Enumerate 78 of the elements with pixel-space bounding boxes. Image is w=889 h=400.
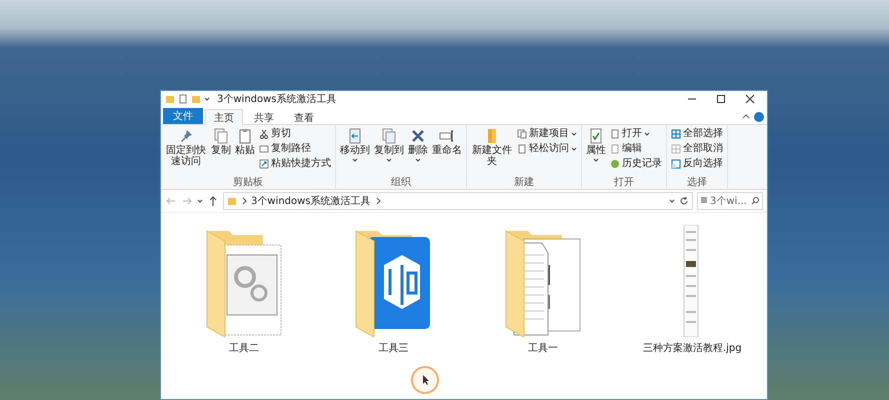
ribbon-button[interactable]: 固定到快速访问 [164, 127, 208, 177]
grid-icon [671, 159, 681, 169]
ribbon-button[interactable]: 移动到 [339, 127, 371, 177]
caret-icon [669, 198, 675, 204]
list-icon [700, 196, 708, 204]
move-icon [347, 128, 363, 144]
ribbon-button[interactable]: 删除 [407, 127, 429, 177]
group-label: 剪贴板 [232, 177, 264, 189]
group-label: 选择 [686, 177, 708, 189]
window-title: 3个windows系统激活工具 [217, 92, 338, 106]
caret-icon [415, 157, 421, 163]
grid-icon [671, 129, 681, 139]
address-bar[interactable]: 3个windows系统激活工具 [223, 192, 693, 210]
caret-icon [197, 198, 203, 204]
ribbon-button[interactable]: 复制路径 [258, 142, 332, 156]
page-icon [259, 144, 269, 154]
scissors-icon [259, 129, 269, 139]
caret-icon [386, 157, 392, 163]
file-name[interactable]: 工具一 [528, 341, 558, 355]
ribbon-button[interactable]: 粘贴快捷方式 [258, 157, 332, 171]
page-icon [178, 94, 188, 104]
ribbon-button[interactable]: 属性 [585, 127, 607, 177]
ribbon-button[interactable]: 全部选择 [670, 127, 724, 141]
chevron-right-icon [374, 197, 381, 205]
file-name[interactable]: 三种方案激活教程.jpg [642, 341, 742, 355]
grid-icon [671, 144, 681, 154]
chevron-right-icon [241, 197, 247, 205]
ribbon-button[interactable]: 反向选择 [670, 157, 724, 171]
ribbon-button[interactable]: 重命名 [431, 127, 463, 177]
caret-icon [571, 146, 577, 152]
file-name[interactable]: 工具二 [228, 341, 259, 355]
caret-icon [571, 131, 577, 137]
cross-icon [410, 128, 426, 144]
help-icon [753, 110, 765, 124]
folder-icon [227, 196, 237, 206]
refresh-icon [679, 196, 689, 206]
clipboard-icon [237, 128, 253, 144]
ribbon-button[interactable]: 粘贴 [234, 127, 256, 177]
maximize-icon [716, 94, 726, 104]
search-field[interactable]: 3个wi... [697, 192, 763, 210]
forward-arrow-icon [181, 195, 193, 207]
ribbon-tab[interactable]: 主页 [205, 109, 243, 125]
up-arrow-icon [207, 195, 219, 207]
group-label: 打开 [613, 177, 635, 189]
page-icon [517, 144, 527, 154]
caret-icon [204, 96, 210, 102]
ribbon-tab[interactable]: 共享 [245, 109, 283, 125]
folder-icon [191, 94, 201, 104]
checked-page-icon [588, 128, 604, 144]
pages-icon [213, 128, 229, 144]
path-segment[interactable]: 3个windows系统激活工具 [251, 194, 371, 208]
ribbon-button[interactable]: 复制 [210, 127, 232, 177]
group-label: 新建 [513, 177, 535, 189]
ribbon-button[interactable]: 新建项目 [516, 127, 578, 141]
ribbon-tab[interactable]: 查看 [285, 109, 323, 125]
click-ring-icon [410, 365, 440, 395]
caret-icon [593, 157, 599, 163]
ribbon-button[interactable]: 打开 [609, 127, 663, 141]
group-label: 组织 [390, 177, 412, 189]
file-tab[interactable]: 文件 [163, 108, 203, 124]
shortcut-icon [259, 159, 269, 169]
pages-icon [381, 128, 397, 144]
ribbon-button[interactable]: 历史记录 [609, 157, 663, 171]
back-arrow-icon [165, 195, 177, 207]
new-item-icon [517, 129, 527, 139]
ribbon-button[interactable]: 新建文件夹 [470, 127, 514, 177]
caret-icon [352, 157, 358, 163]
caret-icon [644, 131, 650, 137]
folder-icon [165, 94, 175, 104]
search-icon [751, 196, 760, 205]
ribbon-button[interactable]: 复制到 [373, 127, 405, 177]
ribbon-button[interactable]: 剪切 [258, 127, 332, 141]
rename-icon [439, 128, 455, 144]
ribbon-button[interactable]: 编辑 [609, 142, 663, 156]
close-icon [745, 94, 755, 104]
file-name[interactable]: 工具三 [378, 341, 408, 355]
ribbon-button[interactable]: 全部取消 [670, 142, 724, 156]
ribbon-button[interactable]: 轻松访问 [516, 142, 578, 156]
